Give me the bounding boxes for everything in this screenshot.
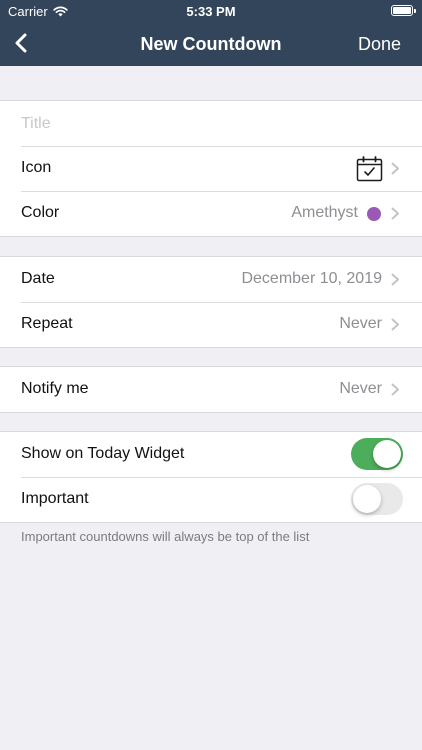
icon-row[interactable]: Icon [0, 146, 422, 191]
header-bar: Carrier 5:33 PM New Countdown Done [0, 0, 422, 66]
widget-row: Show on Today Widget [0, 432, 422, 477]
notify-label: Notify me [21, 380, 89, 397]
color-value: Amethyst [291, 204, 358, 221]
color-row[interactable]: Color Amethyst [0, 191, 422, 236]
chevron-right-icon [391, 207, 399, 220]
status-bar: Carrier 5:33 PM [0, 0, 422, 22]
repeat-label: Repeat [21, 315, 73, 332]
widget-toggle[interactable] [351, 438, 403, 470]
important-toggle[interactable] [351, 483, 403, 515]
chevron-right-icon [391, 273, 399, 286]
chevron-right-icon [391, 318, 399, 331]
repeat-value: Never [339, 315, 382, 332]
notify-value: Never [339, 380, 382, 397]
toggle-knob [353, 485, 381, 513]
calendar-check-icon [356, 156, 383, 182]
options-group: Show on Today Widget Important [0, 431, 422, 523]
important-footnote: Important countdowns will always be top … [21, 529, 310, 544]
icon-label: Icon [21, 159, 52, 176]
chevron-right-icon [391, 162, 399, 175]
navigation-bar: New Countdown Done [0, 22, 422, 66]
widget-label: Show on Today Widget [21, 445, 185, 462]
schedule-group: Date December 10, 2019 Repeat Never [0, 256, 422, 348]
date-label: Date [21, 270, 55, 287]
repeat-row[interactable]: Repeat Never [0, 302, 422, 347]
toggle-knob [373, 440, 401, 468]
title-input[interactable] [21, 112, 391, 136]
date-value: December 10, 2019 [241, 270, 382, 287]
notify-row[interactable]: Notify me Never [0, 367, 422, 412]
color-swatch [367, 207, 381, 221]
status-time: 5:33 PM [186, 4, 236, 19]
title-row [0, 101, 422, 146]
important-label: Important [21, 490, 89, 507]
done-button[interactable]: Done [358, 34, 401, 55]
date-row[interactable]: Date December 10, 2019 [0, 257, 422, 302]
notification-group: Notify me Never [0, 366, 422, 413]
important-row: Important [0, 477, 422, 522]
battery-icon [391, 5, 416, 16]
color-label: Color [21, 204, 60, 221]
chevron-right-icon [391, 383, 399, 396]
details-group: Icon Color Amethyst [0, 100, 422, 237]
